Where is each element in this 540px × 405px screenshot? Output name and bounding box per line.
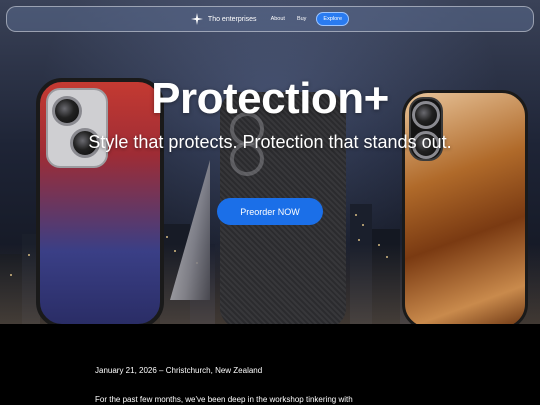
explore-button[interactable]: Explore <box>316 12 350 26</box>
press-article: January 21, 2026 – Christchurch, New Zea… <box>95 366 455 404</box>
nav-link-about[interactable]: About <box>271 16 285 22</box>
hero-section: Protection+ Style that protects. Protect… <box>0 0 540 324</box>
nav-link-buy[interactable]: Buy <box>297 16 306 22</box>
phone-case-wood <box>402 90 528 324</box>
brand-name: Tho enterprises <box>207 15 257 23</box>
top-navbar: Tho enterprises About Buy Explore <box>6 6 534 32</box>
sparkle-icon <box>190 13 203 25</box>
article-paragraph: For the past few months, we've been deep… <box>95 395 353 404</box>
hero-headline: Protection+ <box>151 74 389 123</box>
hero-tagline: Style that protects. Protection that sta… <box>88 132 452 152</box>
article-dateline: January 21, 2026 – Christchurch, New Zea… <box>95 366 263 375</box>
preorder-button[interactable]: Preorder NOW <box>217 198 323 225</box>
brand[interactable]: Tho enterprises <box>190 13 257 25</box>
